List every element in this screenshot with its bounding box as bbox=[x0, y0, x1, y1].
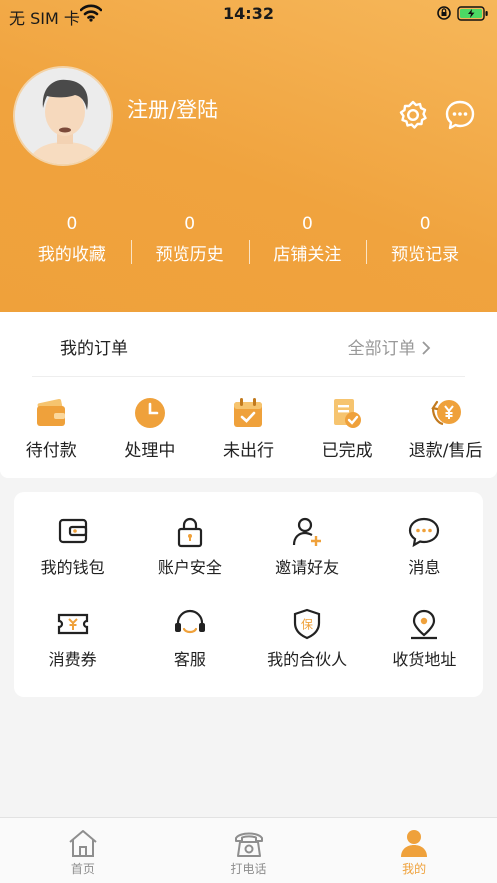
message-icon bbox=[409, 517, 440, 548]
tab-label: 打电话 bbox=[230, 862, 267, 876]
shield-icon: 保 bbox=[294, 608, 321, 640]
tool-messages[interactable]: 消息 bbox=[366, 516, 483, 578]
checklist-icon bbox=[334, 399, 362, 428]
tool-shipping-address[interactable]: 收货地址 bbox=[366, 608, 483, 670]
tool-customer-service[interactable]: 客服 bbox=[131, 608, 248, 670]
bottom-tab-bar: 首页 打电话 我的 bbox=[0, 817, 497, 883]
headset-icon bbox=[174, 609, 205, 634]
tab-label: 首页 bbox=[70, 862, 95, 876]
calendar-icon bbox=[234, 398, 263, 427]
order-pending-payment[interactable]: 待付款 bbox=[5, 396, 97, 461]
order-status-row: 待付款 处理中 未出行 已完成 退款/售后 bbox=[0, 396, 497, 461]
stat-followed-shops[interactable]: 0 店铺关注 bbox=[248, 214, 367, 274]
tool-label: 我的钱包 bbox=[40, 558, 105, 577]
order-item-label: 已完成 bbox=[321, 441, 373, 461]
stat-browse-records[interactable]: 0 预览记录 bbox=[366, 214, 484, 274]
tools-card: 我的钱包 账户安全 邀请好友 消息 消费券 客服 保 我的合伙人 收货地址 bbox=[14, 492, 483, 697]
stat-count: 0 bbox=[301, 214, 313, 234]
stat-count: 0 bbox=[184, 214, 196, 234]
profile-icon bbox=[401, 830, 428, 857]
tool-label: 我的合伙人 bbox=[267, 650, 348, 669]
tool-label: 消息 bbox=[408, 558, 441, 577]
tool-my-wallet[interactable]: 我的钱包 bbox=[14, 516, 131, 578]
gear-icon[interactable] bbox=[397, 99, 429, 131]
orders-divider bbox=[32, 376, 465, 377]
tool-coupons[interactable]: 消费券 bbox=[14, 608, 131, 670]
orders-title: 我的订单 bbox=[60, 339, 128, 359]
order-item-label: 未出行 bbox=[222, 441, 274, 461]
stat-label: 店铺关注 bbox=[273, 245, 342, 265]
lock-icon bbox=[177, 517, 202, 548]
chat-icon[interactable] bbox=[444, 99, 476, 131]
tab-home[interactable]: 首页 bbox=[0, 818, 166, 883]
stat-count: 0 bbox=[419, 214, 431, 234]
login-register-link[interactable]: 注册/登陆 bbox=[127, 94, 218, 124]
tab-label: 我的 bbox=[402, 862, 427, 876]
stat-label: 我的收藏 bbox=[37, 245, 106, 265]
stat-favorites[interactable]: 0 我的收藏 bbox=[13, 214, 131, 274]
avatar-icon bbox=[15, 68, 111, 164]
tab-call[interactable]: 打电话 bbox=[166, 818, 332, 883]
profile-header: 无 SIM 卡 14:32 注册/登陆 0 我的收藏 0 预览历史 0 店铺关注… bbox=[0, 0, 497, 312]
order-completed[interactable]: 已完成 bbox=[301, 396, 393, 461]
wallet-icon bbox=[58, 518, 87, 544]
all-orders-link[interactable]: 全部订单 bbox=[348, 334, 435, 359]
order-item-label: 退款/售后 bbox=[408, 441, 483, 461]
orders-card: 我的订单 全部订单 待付款 处理中 未出行 已完成 退款/售后 bbox=[0, 312, 497, 478]
tool-invite-friends[interactable]: 邀请好友 bbox=[249, 516, 366, 578]
stat-label: 预览记录 bbox=[391, 245, 460, 265]
battery-icon bbox=[457, 6, 488, 21]
chevron-right-icon bbox=[421, 339, 435, 359]
rotation-lock-icon bbox=[437, 6, 451, 20]
tab-profile[interactable]: 我的 bbox=[331, 818, 497, 883]
order-processing[interactable]: 处理中 bbox=[104, 396, 196, 461]
tool-account-security[interactable]: 账户安全 bbox=[131, 516, 248, 578]
tool-label: 账户安全 bbox=[157, 558, 222, 577]
home-icon bbox=[69, 830, 97, 857]
tool-label: 消费券 bbox=[48, 650, 97, 669]
phone-icon bbox=[234, 832, 263, 857]
location-icon bbox=[411, 609, 438, 640]
order-item-label: 处理中 bbox=[124, 441, 176, 461]
status-bar: 无 SIM 卡 14:32 bbox=[0, 0, 497, 30]
tool-my-partner[interactable]: 保 我的合伙人 bbox=[249, 608, 366, 670]
coupon-icon bbox=[57, 613, 88, 635]
tool-label: 收货地址 bbox=[392, 650, 457, 669]
add-user-icon bbox=[293, 517, 322, 546]
avatar[interactable] bbox=[13, 66, 113, 166]
clock-time: 14:32 bbox=[223, 4, 274, 23]
clock-icon bbox=[134, 398, 165, 428]
svg-text:保: 保 bbox=[301, 618, 313, 632]
tools-grid: 我的钱包 账户安全 邀请好友 消息 消费券 客服 保 我的合伙人 收货地址 bbox=[14, 516, 483, 670]
stat-label: 预览历史 bbox=[155, 245, 224, 265]
order-item-label: 待付款 bbox=[25, 441, 77, 461]
tool-label: 客服 bbox=[173, 650, 206, 669]
stats-row: 0 我的收藏 0 预览历史 0 店铺关注 0 预览记录 bbox=[0, 214, 497, 274]
stat-browse-history[interactable]: 0 预览历史 bbox=[130, 214, 249, 274]
order-not-departed[interactable]: 未出行 bbox=[202, 396, 294, 461]
refund-icon bbox=[430, 400, 461, 426]
tool-label: 邀请好友 bbox=[275, 558, 340, 577]
wallet-icon bbox=[37, 398, 66, 426]
all-orders-label: 全部订单 bbox=[347, 339, 416, 359]
stat-count: 0 bbox=[66, 214, 78, 234]
order-refund-aftersale[interactable]: 退款/售后 bbox=[400, 396, 492, 461]
